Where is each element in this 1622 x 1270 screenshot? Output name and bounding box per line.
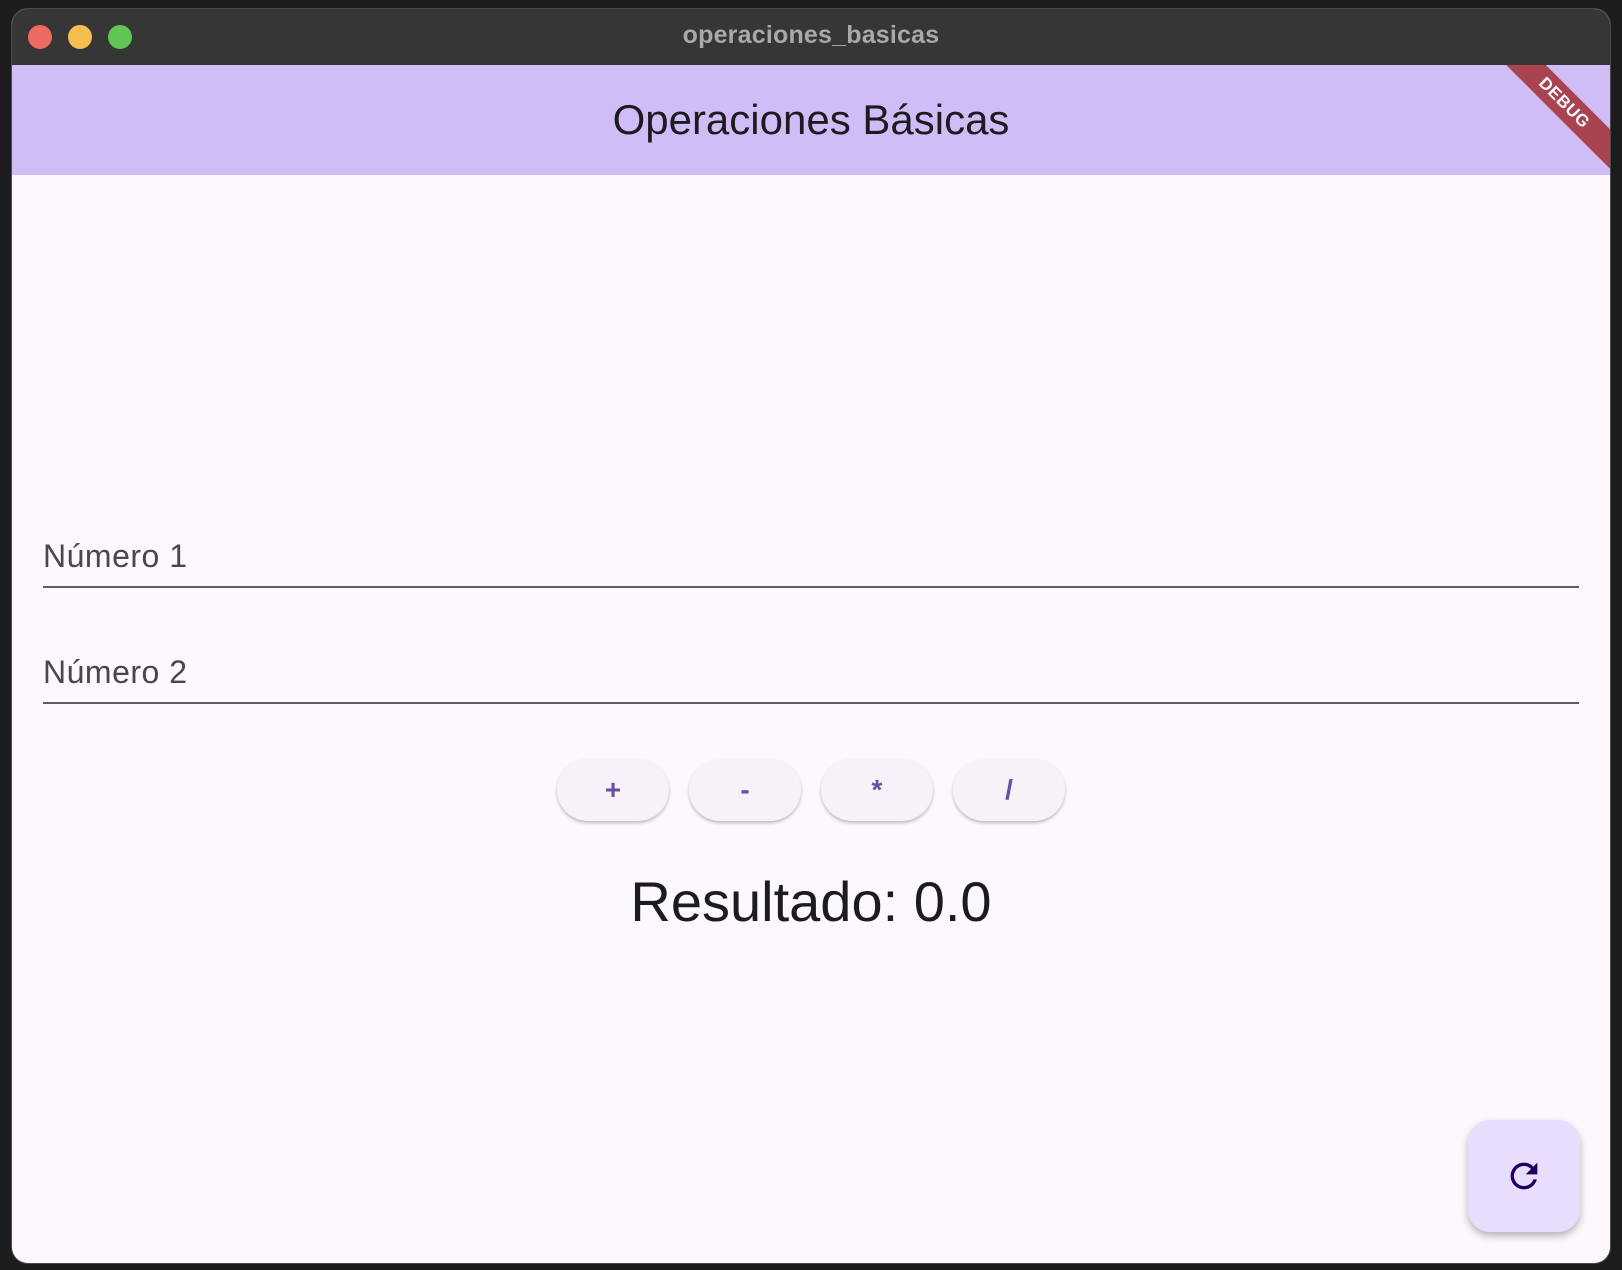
- window-title: operaciones_basicas: [682, 21, 940, 49]
- refresh-icon: [1510, 1162, 1538, 1190]
- result-text: Resultado: 0.0: [630, 870, 992, 933]
- divide-button[interactable]: /: [953, 759, 1065, 821]
- reset-button[interactable]: [1468, 1120, 1580, 1232]
- operations-row: + - * /: [12, 759, 1610, 825]
- add-button[interactable]: +: [557, 759, 669, 821]
- page-title: Operaciones Básicas: [612, 96, 1010, 143]
- multiply-button[interactable]: *: [821, 759, 933, 821]
- window-titlebar[interactable]: operaciones_basicas: [12, 9, 1610, 66]
- numero1-field[interactable]: Número 1: [43, 526, 1583, 588]
- subtract-button[interactable]: -: [689, 759, 801, 821]
- numero2-input[interactable]: [43, 642, 1583, 704]
- app-window: operaciones_basicas Operaciones Básicas …: [12, 9, 1610, 1263]
- numero1-input[interactable]: [43, 526, 1583, 588]
- numero2-field[interactable]: Número 2: [43, 642, 1583, 704]
- app-bar: Operaciones Básicas: [12, 65, 1610, 175]
